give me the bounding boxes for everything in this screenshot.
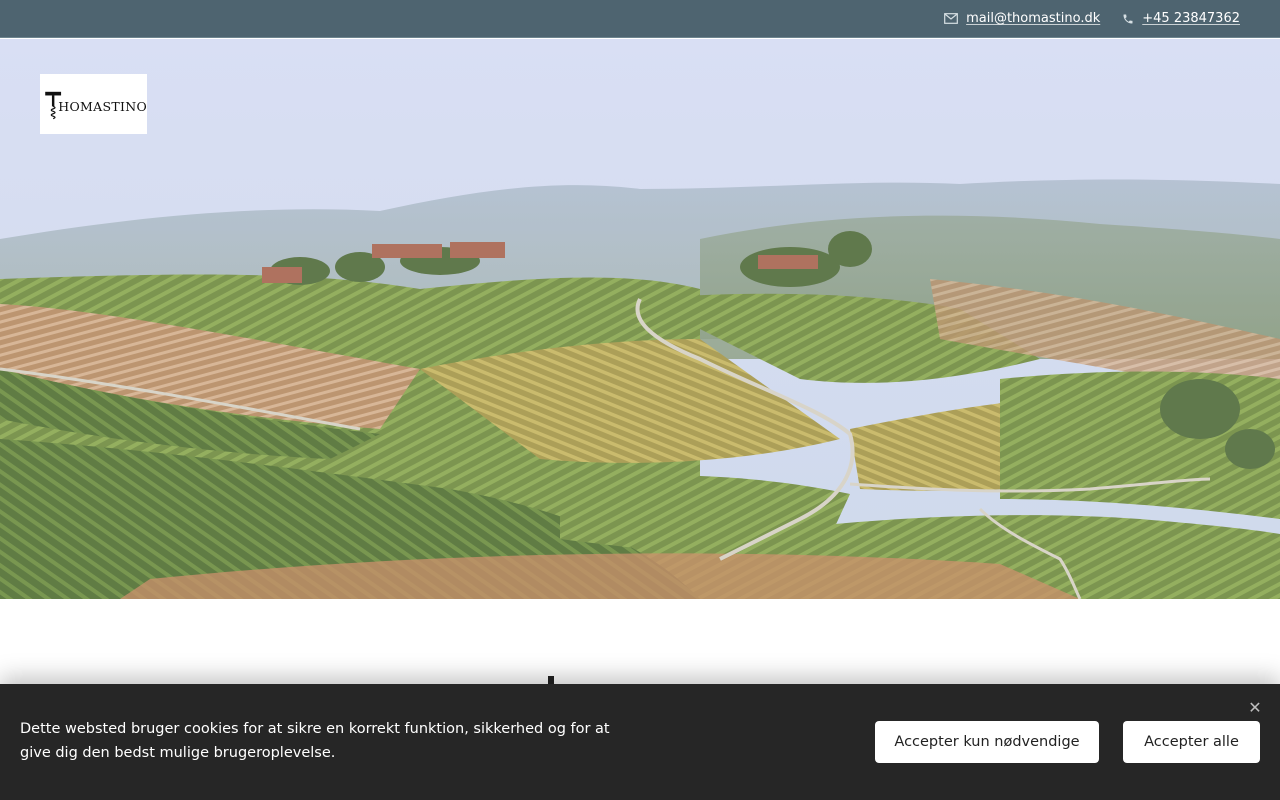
logo-text: HOMASTINO xyxy=(58,98,147,114)
site-logo[interactable]: HOMASTINO xyxy=(40,74,147,134)
vineyard-landscape-image xyxy=(0,39,1280,599)
phone-contact: +45 23847362 xyxy=(1122,11,1240,26)
contact-bar: mail@thomastino.dk +45 23847362 xyxy=(0,0,1280,38)
close-icon[interactable]: ✕ xyxy=(1246,699,1264,717)
accept-necessary-button[interactable]: Accepter kun nødvendige xyxy=(875,721,1099,763)
cookie-message: Dette websted bruger cookies for at sikr… xyxy=(20,721,610,761)
phone-icon xyxy=(1123,14,1133,23)
email-link[interactable]: mail@thomastino.dk xyxy=(966,11,1100,26)
cookie-banner: Dette websted bruger cookies for at sikr… xyxy=(0,684,1280,800)
phone-link[interactable]: +45 23847362 xyxy=(1142,11,1240,26)
mail-icon xyxy=(944,13,959,24)
hero-image xyxy=(0,39,1280,599)
email-contact: mail@thomastino.dk xyxy=(944,11,1100,26)
accept-all-button[interactable]: Accepter alle xyxy=(1123,721,1260,763)
